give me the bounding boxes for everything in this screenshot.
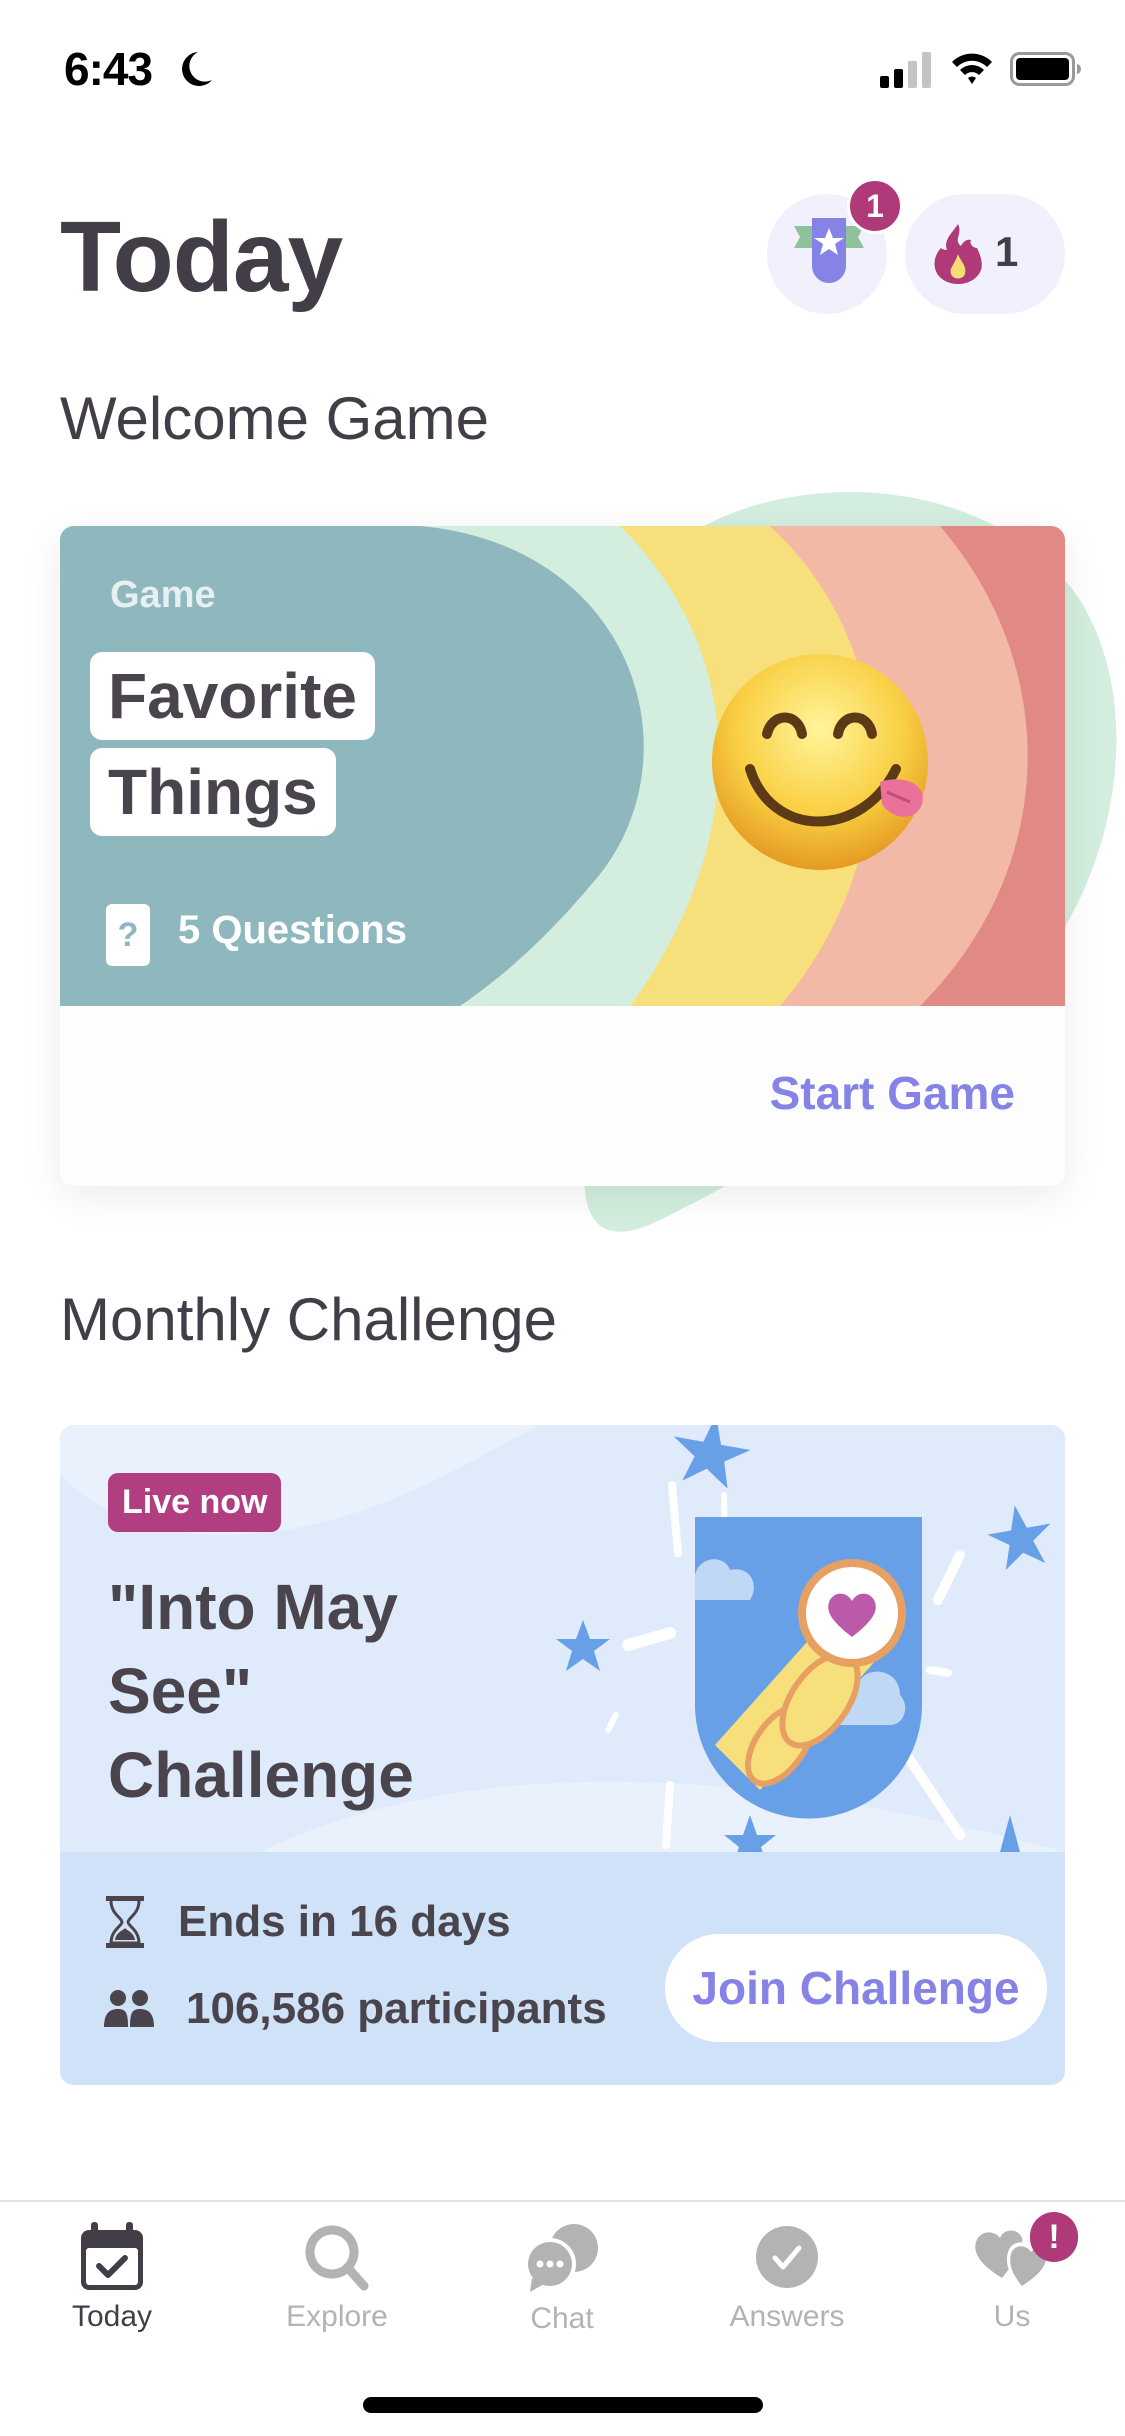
home-indicator[interactable] [363,2397,763,2413]
calendar-check-icon [81,2222,143,2290]
challenge-footer: Ends in 16 days 106,586 participants Joi… [60,1852,1065,2085]
check-circle-icon [756,2226,818,2288]
tab-chat[interactable]: Chat [482,2222,642,2342]
ribbon-badge-icon [794,218,864,283]
tab-explore[interactable]: Explore [257,2222,417,2342]
moon-icon [182,52,212,86]
game-category-label: Game [110,574,216,616]
status-bar: 6:43 [0,0,1125,140]
game-card-art: Game Favorite Things ? 5 Questions [60,526,1065,1006]
wifi-icon [952,53,992,84]
tab-label-answers: Answers [729,2300,845,2333]
status-time: 6:43 [64,43,153,95]
streak-button[interactable]: 1 [905,194,1065,314]
section-title-monthly-challenge: Monthly Challenge [60,1286,557,1353]
tab-label-today: Today [71,2300,153,2333]
hourglass-icon [106,1896,144,1948]
chat-bubbles-icon [524,2224,598,2292]
monthly-challenge-card[interactable]: Live now "Into May See" Challenge Ends i… [60,1425,1065,2085]
challenge-card-art: Live now "Into May See" Challenge [60,1425,1065,1852]
tab-label-chat: Chat [530,2302,594,2335]
achievements-notification-badge: 1 [847,178,903,234]
section-title-welcome-game: Welcome Game [60,385,490,452]
battery-icon [1010,52,1081,86]
page-title: Today [60,201,343,313]
question-count: 5 Questions [178,908,407,952]
game-title-line-2: Things [90,748,336,836]
challenge-ends-in: Ends in 16 days [178,1897,511,1946]
challenge-participants-row: 106,586 participants [104,1984,607,2034]
search-icon [305,2225,369,2291]
us-alert-badge: ! [1030,2212,1078,2262]
challenge-participants: 106,586 participants [186,1984,607,2033]
streak-count: 1 [995,228,1019,275]
tab-answers[interactable]: Answers [707,2222,867,2342]
question-card-icon: ? [106,904,150,966]
welcome-game-card[interactable]: Game Favorite Things ? 5 Questions Start… [60,526,1065,1186]
live-status-badge: Live now [108,1473,282,1532]
yum-face-emoji-icon [712,654,928,870]
tab-label-us: Us [993,2300,1031,2333]
join-challenge-button[interactable]: Join Challenge [665,1934,1047,2042]
tab-today[interactable]: Today [32,2222,192,2342]
start-game-button[interactable]: Start Game [770,1066,1015,1120]
challenge-title: "Into May See" Challenge [108,1571,414,1811]
game-title-line-1: Favorite [90,652,375,740]
tab-label-explore: Explore [286,2300,388,2333]
challenge-end-row: Ends in 16 days [104,1896,511,1948]
people-icon [104,1990,154,2027]
flame-icon [934,224,982,284]
cellular-signal-icon [880,52,931,88]
